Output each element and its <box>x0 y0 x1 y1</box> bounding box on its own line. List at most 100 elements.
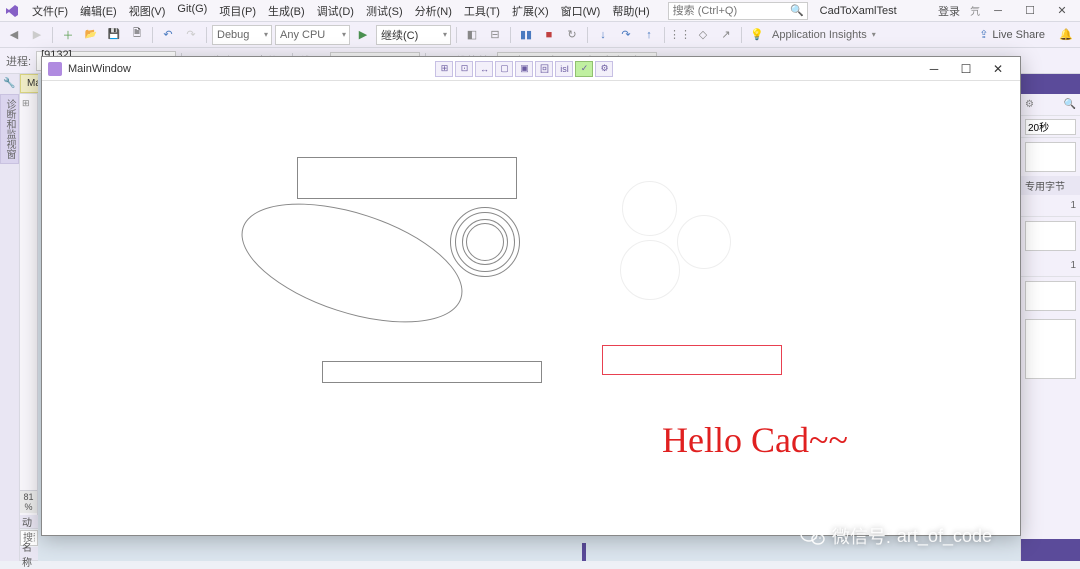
running-app-window: MainWindow ⊞ ⊡ ↔ ▢ ▣ 回 isl ✓ ⚙ ─ ☐ ✕ <box>41 56 1021 536</box>
left-rail: 🔧 诊断和监视窗 <box>0 74 20 561</box>
diag-extra-chart[interactable] <box>1025 319 1076 379</box>
menu-project[interactable]: 项目(P) <box>213 0 262 22</box>
menu-window[interactable]: 窗口(W) <box>555 0 607 22</box>
diag-memory-chart[interactable] <box>1025 221 1076 251</box>
menu-tools[interactable]: 工具(T) <box>458 0 506 22</box>
designer-panel[interactable]: ⊞ 81 % <box>20 94 38 515</box>
platform-dropdown[interactable]: Any CPU <box>275 25 350 45</box>
menu-build[interactable]: 生成(B) <box>262 0 311 22</box>
autos-header[interactable]: 自动窗 <box>20 515 38 529</box>
nav-forward-button[interactable]: ▶ <box>27 25 47 45</box>
rail-toolbox-icon[interactable]: 🔧 <box>3 76 17 90</box>
process-label: 进程: <box>4 53 33 69</box>
pause-button[interactable]: ▮▮ <box>516 25 536 45</box>
insights-label[interactable]: Application Insights <box>770 29 869 41</box>
window-close-button[interactable]: ✕ <box>1048 1 1076 21</box>
notification-icon[interactable]: 🔔 <box>1056 25 1076 45</box>
zoom-level-label[interactable]: 81 % <box>20 490 37 513</box>
save-all-button[interactable]: 🗎 <box>127 25 147 45</box>
menu-edit[interactable]: 编辑(E) <box>74 0 123 22</box>
run-button[interactable]: ▶ <box>353 25 373 45</box>
app-titlebar[interactable]: MainWindow ⊞ ⊡ ↔ ▢ ▣ 回 isl ✓ ⚙ ─ ☐ ✕ <box>42 57 1020 81</box>
workspace: 🔧 诊断和监视窗 Main ⊞ 81 % 自动窗 名称 MainWindow ⊞… <box>0 74 1080 561</box>
login-avatar-icon[interactable]: 氕 <box>970 3 980 18</box>
watermark: 微信号: art_of_code <box>800 523 992 549</box>
tb-misc-1[interactable]: ⋮⋮ <box>670 25 690 45</box>
step-out-button[interactable]: ↑ <box>639 25 659 45</box>
new-file-button[interactable]: ＋ <box>58 25 78 45</box>
menu-debug[interactable]: 调试(D) <box>311 0 360 22</box>
xaml-btn-4[interactable]: ▣ <box>515 61 533 77</box>
diag-time-input[interactable] <box>1025 119 1076 135</box>
diag-gear-icon[interactable]: ⚙ <box>1025 99 1034 110</box>
app-title-label: MainWindow <box>68 63 131 75</box>
xaml-btn-2[interactable]: ↔ <box>475 61 493 77</box>
stop-button[interactable]: ■ <box>539 25 559 45</box>
xaml-btn-5[interactable]: 回 <box>535 61 553 77</box>
shape-rectangle-red <box>602 345 782 375</box>
watermark-value: art_of_code <box>897 526 992 547</box>
center-area: MainWindow ⊞ ⊡ ↔ ▢ ▣ 回 isl ✓ ⚙ ─ ☐ ✕ <box>38 74 1020 561</box>
nav-back-button[interactable]: ◀ <box>4 25 24 45</box>
xaml-btn-gear[interactable]: ⚙ <box>595 61 613 77</box>
menu-analyze[interactable]: 分析(N) <box>409 0 458 22</box>
menu-items: 文件(F) 编辑(E) 视图(V) Git(G) 项目(P) 生成(B) 调试(… <box>26 0 656 22</box>
xaml-btn-isl[interactable]: isl <box>555 61 573 77</box>
step-into-button[interactable]: ↓ <box>593 25 613 45</box>
app-canvas[interactable]: Hello Cad~~ 微信号: art_of_code <box>42 81 1020 535</box>
tb-icon-2[interactable]: ⊟ <box>485 25 505 45</box>
undo-button[interactable]: ↶ <box>158 25 178 45</box>
shape-rectangle-1 <box>297 157 517 199</box>
insights-icon[interactable]: 💡 <box>747 25 767 45</box>
save-button[interactable]: 💾 <box>104 25 124 45</box>
tb-misc-2[interactable]: ◇ <box>693 25 713 45</box>
vs-logo-icon <box>4 3 20 19</box>
project-name-label: CadToXamlTest <box>808 5 909 17</box>
diag-footer[interactable] <box>1021 539 1080 561</box>
login-link[interactable]: 登录 <box>932 3 966 19</box>
shape-faint-circle-3 <box>620 240 680 300</box>
watermark-label: 微信号: <box>832 523 891 549</box>
menu-test[interactable]: 测试(S) <box>360 0 409 22</box>
shape-faint-circle-2 <box>677 215 731 269</box>
live-share-button[interactable]: ⇪ Live Share <box>971 28 1053 41</box>
diag-val-1: 1 <box>1070 200 1076 211</box>
xaml-btn-check[interactable]: ✓ <box>575 61 593 77</box>
menu-extensions[interactable]: 扩展(X) <box>506 0 555 22</box>
xaml-btn-0[interactable]: ⊞ <box>435 61 453 77</box>
menu-view[interactable]: 视图(V) <box>123 0 172 22</box>
tb-misc-3[interactable]: ↗ <box>716 25 736 45</box>
live-share-icon: ⇪ <box>979 28 988 41</box>
wechat-icon <box>800 525 826 547</box>
redo-button[interactable]: ↷ <box>181 25 201 45</box>
diag-toolbar[interactable]: ⚙ 🔍 <box>1021 94 1080 116</box>
xaml-btn-1[interactable]: ⊡ <box>455 61 473 77</box>
app-maximize-button[interactable]: ☐ <box>950 58 982 80</box>
rail-diagnostics-tab[interactable]: 诊断和监视窗 <box>0 94 19 164</box>
diag-cpu-chart[interactable] <box>1025 281 1076 311</box>
tb-icon-1[interactable]: ◧ <box>462 25 482 45</box>
quick-search-input[interactable] <box>668 2 808 20</box>
app-minimize-button[interactable]: ─ <box>918 58 950 80</box>
diag-events-chart[interactable] <box>1025 142 1076 172</box>
xaml-btn-3[interactable]: ▢ <box>495 61 513 77</box>
continue-button[interactable]: 继续(C) <box>376 25 451 45</box>
open-button[interactable]: 📂 <box>81 25 101 45</box>
menu-file[interactable]: 文件(F) <box>26 0 74 22</box>
config-dropdown[interactable]: Debug <box>212 25 272 45</box>
menu-git[interactable]: Git(G) <box>171 0 213 22</box>
designer-toolbar-icon[interactable]: ⊞ <box>22 98 30 109</box>
diag-zoom-icon[interactable]: 🔍 <box>1064 99 1076 110</box>
step-over-button[interactable]: ↷ <box>616 25 636 45</box>
diag-section-memory[interactable]: 专用字节 <box>1021 176 1080 195</box>
shape-ring-inner <box>466 223 504 261</box>
window-minimize-button[interactable]: ─ <box>984 1 1012 21</box>
diagnostics-header[interactable] <box>1021 74 1080 94</box>
shape-ellipse <box>227 180 477 346</box>
window-maximize-button[interactable]: ☐ <box>1016 1 1044 21</box>
name-column-header: 名称 <box>20 547 38 561</box>
menu-help[interactable]: 帮助(H) <box>606 0 655 22</box>
app-close-button[interactable]: ✕ <box>982 58 1014 80</box>
restart-button[interactable]: ↻ <box>562 25 582 45</box>
bottom-splitter[interactable] <box>582 543 586 561</box>
